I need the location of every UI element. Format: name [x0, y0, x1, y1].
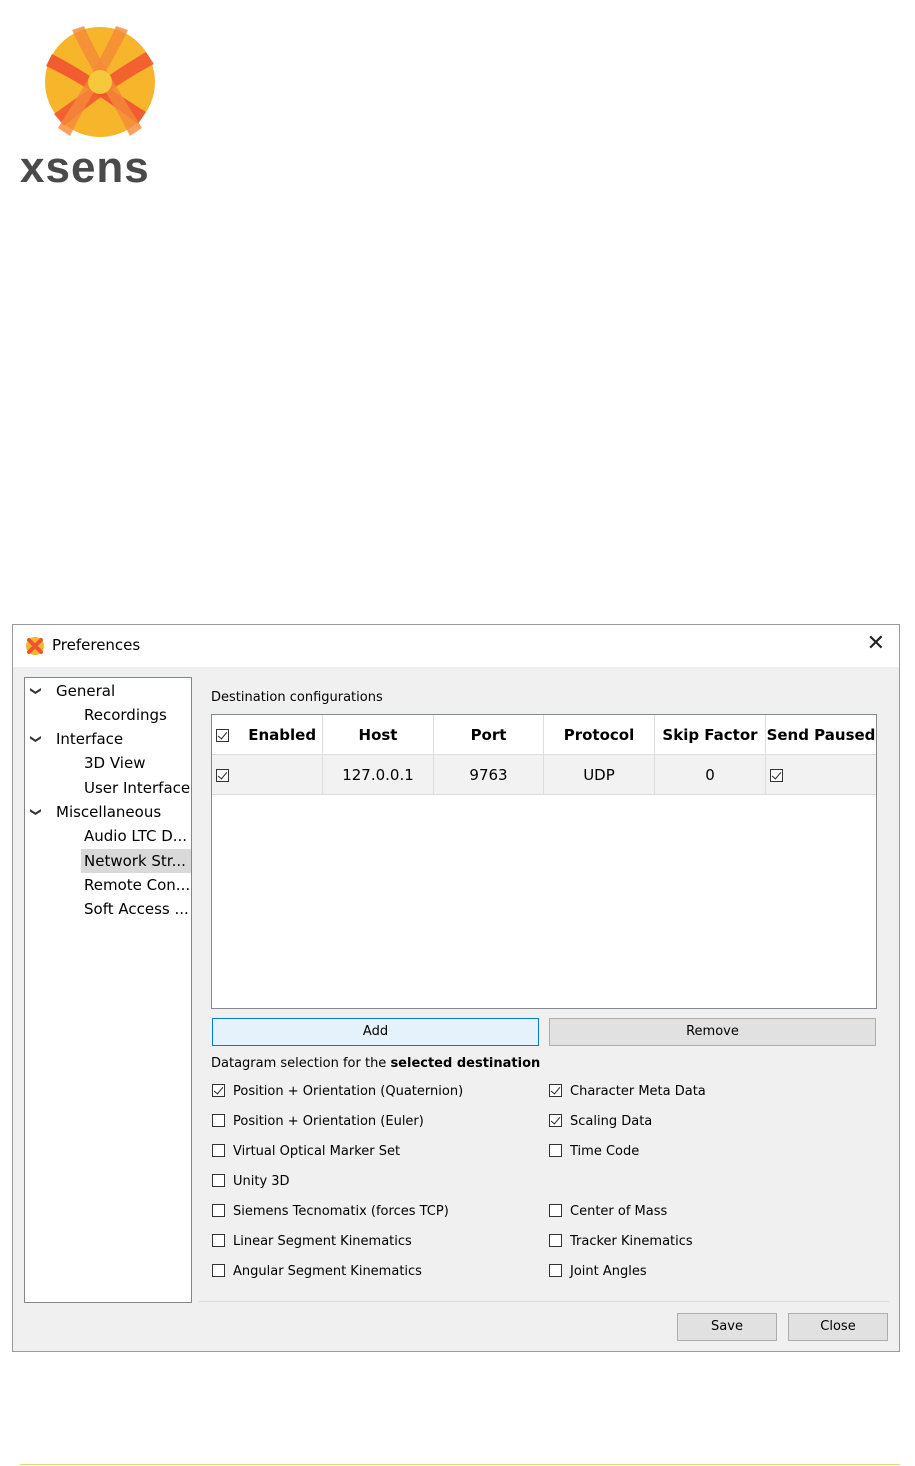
enable-all-checkbox[interactable]	[216, 729, 229, 742]
table-row-skip-factor-cell[interactable]: 0	[655, 755, 766, 795]
tree-item-3d-view[interactable]: 3D View	[84, 752, 145, 774]
option-time-code[interactable]: Time Code	[549, 1142, 639, 1162]
option-character-meta-data[interactable]: Character Meta Data	[549, 1082, 706, 1102]
checkbox[interactable]	[549, 1204, 562, 1217]
tree-item-user-interface[interactable]: User Interface	[84, 777, 190, 799]
datagram-selection-label: Datagram selection for the selected dest…	[211, 1056, 541, 1071]
tree-item-remote-control[interactable]: Remote Con...	[84, 874, 190, 896]
checkbox[interactable]	[212, 1144, 225, 1157]
xsens-emblem-icon	[45, 26, 155, 137]
save-button[interactable]: Save	[677, 1313, 777, 1341]
tree-item-soft-access[interactable]: Soft Access ...	[84, 898, 189, 920]
option-angular-segment-kinematics[interactable]: Angular Segment Kinematics	[212, 1262, 422, 1282]
checkbox[interactable]	[212, 1234, 225, 1247]
option-unity-3d[interactable]: Unity 3D	[212, 1172, 290, 1192]
xsens-logo: xsens	[20, 24, 190, 190]
close-icon[interactable]: ✕	[867, 633, 885, 655]
remove-destination-button[interactable]: Remove	[549, 1018, 876, 1046]
option-center-of-mass[interactable]: Center of Mass	[549, 1202, 667, 1222]
column-header-protocol[interactable]: Protocol	[544, 715, 655, 755]
checkbox[interactable]	[212, 1114, 225, 1127]
option-siemens-tecnomatix[interactable]: Siemens Tecnomatix (forces TCP)	[212, 1202, 449, 1222]
checkbox[interactable]	[212, 1084, 225, 1097]
chevron-down-icon[interactable]: ❯	[25, 807, 47, 816]
option-tracker-kinematics[interactable]: Tracker Kinematics	[549, 1232, 693, 1252]
tree-item-recordings[interactable]: Recordings	[84, 704, 167, 726]
tree-item-network-streamer[interactable]: Network Str...	[84, 850, 186, 872]
preferences-tree[interactable]: ❯ General Recordings ❯ Interface 3D View…	[24, 677, 192, 1303]
option-scaling-data[interactable]: Scaling Data	[549, 1112, 652, 1132]
brand-wordmark: xsens	[20, 143, 150, 192]
chevron-down-icon[interactable]: ❯	[25, 686, 47, 695]
table-row-port-cell[interactable]: 9763	[434, 755, 544, 795]
row-enabled-checkbox[interactable]	[216, 769, 229, 782]
option-linear-segment-kinematics[interactable]: Linear Segment Kinematics	[212, 1232, 412, 1252]
chevron-down-icon[interactable]: ❯	[25, 734, 47, 743]
tree-item-miscellaneous[interactable]: ❯ Miscellaneous	[25, 801, 185, 823]
close-button[interactable]: Close	[788, 1313, 888, 1341]
checkbox[interactable]	[212, 1264, 225, 1277]
table-row-host-cell[interactable]: 127.0.0.1	[323, 755, 434, 795]
column-header-enabled[interactable]: Enabled	[212, 715, 323, 755]
checkbox[interactable]	[549, 1084, 562, 1097]
destinations-table[interactable]: Enabled Host Port Protocol Skip Factor S…	[211, 714, 877, 1009]
destination-configurations-label: Destination configurations	[211, 690, 383, 705]
preferences-dialog: Preferences ✕ ❯ General Recordings ❯ Int…	[12, 624, 900, 1352]
app-icon	[26, 637, 44, 655]
checkbox[interactable]	[549, 1114, 562, 1127]
table-row-protocol-cell[interactable]: UDP	[544, 755, 655, 795]
tree-item-interface[interactable]: ❯ Interface	[25, 728, 185, 750]
checkbox[interactable]	[212, 1174, 225, 1187]
table-row-send-paused-cell[interactable]	[766, 755, 876, 795]
dialog-title: Preferences	[52, 636, 141, 654]
option-joint-angles[interactable]: Joint Angles	[549, 1262, 647, 1282]
option-position-orientation-quaternion[interactable]: Position + Orientation (Quaternion)	[212, 1082, 463, 1102]
table-row-enabled-cell[interactable]	[212, 755, 323, 795]
checkbox[interactable]	[549, 1144, 562, 1157]
option-position-orientation-euler[interactable]: Position + Orientation (Euler)	[212, 1112, 424, 1132]
checkbox[interactable]	[549, 1234, 562, 1247]
column-header-port[interactable]: Port	[434, 715, 544, 755]
option-virtual-optical-marker-set[interactable]: Virtual Optical Marker Set	[212, 1142, 400, 1162]
row-send-paused-checkbox[interactable]	[770, 769, 783, 782]
column-header-host[interactable]: Host	[323, 715, 434, 755]
tree-item-general[interactable]: ❯ General	[25, 680, 185, 702]
checkbox[interactable]	[549, 1264, 562, 1277]
page-footer-rule	[20, 1464, 900, 1465]
column-header-skip-factor[interactable]: Skip Factor	[655, 715, 766, 755]
add-destination-button[interactable]: Add	[212, 1018, 539, 1046]
tree-item-audio-ltc[interactable]: Audio LTC D...	[84, 825, 187, 847]
column-header-send-paused[interactable]: Send Paused	[766, 715, 876, 755]
footer-divider	[199, 1301, 889, 1302]
checkbox[interactable]	[212, 1204, 225, 1217]
title-bar: Preferences ✕	[13, 625, 899, 667]
